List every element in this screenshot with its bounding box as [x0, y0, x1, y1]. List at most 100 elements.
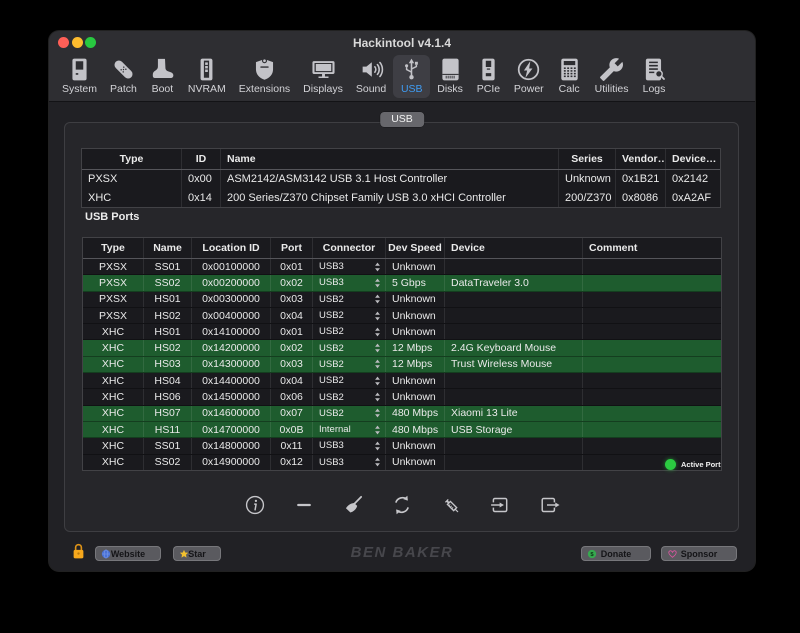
usb-port-row[interactable]: XHCHS110x147000000x0BInternal480 MbpsUSB… [83, 422, 721, 438]
toolbar-item-logs[interactable]: Logs [636, 55, 673, 98]
usb-port-row[interactable]: XHCHS060x145000000x06USB2Unknown [83, 389, 721, 405]
cell: Unknown [386, 259, 445, 274]
ports-col-6[interactable]: Device [445, 238, 583, 258]
ports-col-3[interactable]: Port [271, 238, 313, 258]
connector-popup[interactable]: USB2 [313, 308, 386, 323]
ports-col-0[interactable]: Type [83, 238, 144, 258]
export-icon [538, 494, 560, 516]
connector-popup[interactable]: USB3 [313, 438, 386, 453]
connector-popup[interactable]: USB3 [313, 259, 386, 274]
sponsor-button[interactable]: Sponsor [661, 546, 737, 561]
tab-usb[interactable]: USB [380, 112, 424, 127]
ports-col-1[interactable]: Name [144, 238, 192, 258]
connector-popup[interactable]: USB2 [313, 373, 386, 388]
import-icon [489, 494, 511, 516]
cell: Unknown [386, 455, 445, 470]
cell: 0x14500000 [192, 389, 271, 404]
minimize-button[interactable] [72, 37, 83, 48]
usb-port-row[interactable]: PXSXSS020x002000000x02USB35 GbpsDataTrav… [83, 275, 721, 291]
toolbar-item-system[interactable]: System [56, 55, 103, 98]
usb-port-row[interactable]: XHCSS020x149000000x12USB3Unknown [83, 455, 721, 470]
clean-button[interactable] [341, 493, 365, 517]
controllers-col-5[interactable]: Device… [666, 149, 718, 169]
usb-port-row[interactable]: PXSXSS010x001000000x01USB3Unknown [83, 259, 721, 275]
usb-port-row[interactable]: XHCHS040x144000000x04USB2Unknown [83, 373, 721, 389]
connector-popup[interactable]: USB2 [313, 389, 386, 404]
usb-port-row[interactable]: PXSXHS020x004000000x04USB2Unknown [83, 308, 721, 324]
controllers-col-0[interactable]: Type [82, 149, 182, 169]
toolbar-item-label: Calc [559, 83, 580, 95]
ports-col-2[interactable]: Location ID [192, 238, 271, 258]
cell [445, 292, 583, 307]
connector-popup[interactable]: Internal [313, 422, 386, 437]
titlebar[interactable]: Hackintool v4.1.4 [49, 31, 755, 55]
cell: 0x06 [271, 389, 313, 404]
info-button[interactable] [243, 493, 267, 517]
import-button[interactable] [488, 493, 512, 517]
connector-popup[interactable]: USB3 [313, 455, 386, 470]
usb-ports-table: TypeNameLocation IDPortConnectorDev Spee… [82, 237, 722, 471]
cell: 0x02 [271, 340, 313, 355]
inject-button[interactable] [439, 493, 463, 517]
toolbar-item-extensions[interactable]: Extensions [233, 55, 296, 98]
refresh-button[interactable] [390, 493, 414, 517]
lock-button[interactable] [71, 541, 86, 564]
controllers-col-3[interactable]: Series [559, 149, 616, 169]
usb-port-row[interactable]: XHCSS010x148000000x11USB3Unknown [83, 438, 721, 454]
usb-port-row[interactable]: PXSXHS010x003000000x03USB2Unknown [83, 292, 721, 308]
cell: 0x01 [271, 324, 313, 339]
usb-port-row[interactable]: XHCHS030x143000000x03USB212 MbpsTrust Wi… [83, 357, 721, 373]
toolbar-item-boot[interactable]: Boot [144, 55, 181, 98]
cell [583, 389, 719, 404]
usb-port-row[interactable]: XHCHS020x142000000x02USB212 Mbps2.4G Key… [83, 340, 721, 356]
cell: USB Storage [445, 422, 583, 437]
info-icon [244, 494, 266, 516]
controller-row[interactable]: XHC0x14200 Series/Z370 Chipset Family US… [82, 189, 720, 208]
ports-col-7[interactable]: Comment [583, 238, 719, 258]
cell: 0x14600000 [192, 406, 271, 421]
export-button[interactable] [537, 493, 561, 517]
ports-col-5[interactable]: Dev Speed [386, 238, 445, 258]
toolbar-item-disks[interactable]: Disks [431, 55, 469, 98]
cell: 0x01 [271, 259, 313, 274]
cell: 5 Gbps [386, 275, 445, 290]
connector-popup[interactable]: USB2 [313, 406, 386, 421]
remove-button[interactable] [292, 493, 316, 517]
cell: 0x03 [271, 357, 313, 372]
usb-port-row[interactable]: XHCHS010x141000000x01USB2Unknown [83, 324, 721, 340]
cell: PXSX [82, 170, 182, 189]
connector-popup[interactable]: USB2 [313, 324, 386, 339]
connector-popup[interactable]: USB3 [313, 275, 386, 290]
cell: 0x14400000 [192, 373, 271, 388]
controllers-body: PXSX0x00ASM2142/ASM3142 USB 3.1 Host Con… [82, 170, 720, 207]
usb-port-row[interactable]: XHCHS070x146000000x07USB2480 MbpsXiaomi … [83, 406, 721, 422]
connector-popup[interactable]: USB2 [313, 340, 386, 355]
cell: SS01 [144, 259, 192, 274]
toolbar-item-power[interactable]: Power [508, 55, 550, 98]
active-port-dot [665, 459, 676, 470]
controllers-col-4[interactable]: Vendor… [616, 149, 666, 169]
toolbar-item-utilities[interactable]: Utilities [589, 55, 635, 98]
controller-row[interactable]: PXSX0x00ASM2142/ASM3142 USB 3.1 Host Con… [82, 170, 720, 189]
controllers-col-1[interactable]: ID [182, 149, 221, 169]
cell: 0x14800000 [192, 438, 271, 453]
inject-icon [440, 494, 462, 516]
ports-col-4[interactable]: Connector [313, 238, 386, 258]
toolbar-item-pcie[interactable]: PCIe [470, 55, 507, 98]
toolbar-item-label: Power [514, 83, 544, 95]
donate-button[interactable]: $ Donate [581, 546, 651, 561]
close-button[interactable] [58, 37, 69, 48]
toolbar-item-calc[interactable]: Calc [551, 55, 588, 98]
connector-popup[interactable]: USB2 [313, 357, 386, 372]
toolbar-item-displays[interactable]: Displays [297, 55, 349, 98]
toolbar-item-nvram[interactable]: NVRAM [182, 55, 232, 98]
toolbar-item-sound[interactable]: Sound [350, 55, 392, 98]
toolbar-item-patch[interactable]: Patch [104, 55, 143, 98]
connector-popup[interactable]: USB2 [313, 292, 386, 307]
controllers-col-2[interactable]: Name [221, 149, 559, 169]
toolbar-item-usb[interactable]: USB [393, 55, 430, 98]
zoom-button[interactable] [85, 37, 96, 48]
toolbar-item-label: Extensions [239, 83, 290, 95]
star-button[interactable]: Star [173, 546, 221, 561]
website-button[interactable]: Website [95, 546, 161, 561]
